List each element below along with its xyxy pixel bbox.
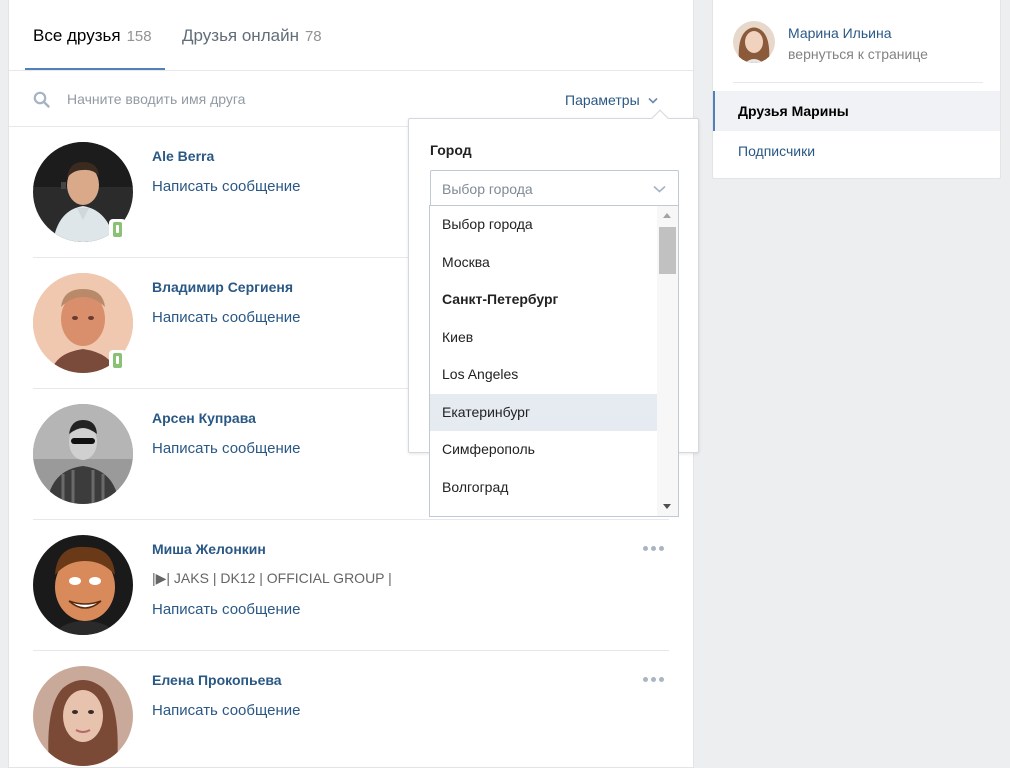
sidebar-item-followers[interactable]: Подписчики bbox=[713, 131, 1000, 171]
sidebar: Марина Ильина вернуться к странице Друзь… bbox=[712, 0, 1001, 179]
parameters-button[interactable]: Параметры bbox=[565, 92, 658, 108]
tab-online-friends-label: Друзья онлайн bbox=[182, 26, 299, 45]
city-select[interactable]: Выбор города bbox=[430, 170, 679, 206]
friend-name[interactable]: Елена Прокопьева bbox=[152, 672, 282, 688]
friend-status: |▶| JAKS | DK12 | OFFICIAL GROUP | bbox=[152, 570, 392, 586]
tab-online-friends-count: 78 bbox=[304, 28, 322, 45]
city-option[interactable]: Санкт-Петербург bbox=[430, 281, 657, 319]
more-actions-icon[interactable] bbox=[643, 672, 667, 686]
active-tab-indicator bbox=[25, 68, 165, 70]
friend-row: Елена Прокопьева Написать сообщение bbox=[33, 651, 669, 767]
city-option[interactable]: Волгоград bbox=[430, 469, 657, 507]
city-list-scrollbar[interactable] bbox=[657, 206, 678, 516]
friend-name[interactable]: Ale Berra bbox=[152, 148, 214, 164]
mobile-online-icon bbox=[109, 350, 126, 371]
search-icon bbox=[33, 91, 50, 108]
write-message-link[interactable]: Написать сообщение bbox=[152, 440, 301, 457]
avatar[interactable] bbox=[33, 666, 133, 766]
owner-avatar[interactable] bbox=[733, 21, 775, 63]
tab-all-friends-count: 158 bbox=[126, 28, 152, 45]
write-message-link[interactable]: Написать сообщение bbox=[152, 702, 301, 719]
city-option[interactable]: Киев bbox=[430, 319, 657, 357]
tab-all-friends-label: Все друзья bbox=[33, 26, 121, 45]
write-message-link[interactable]: Написать сообщение bbox=[152, 309, 301, 326]
tab-online-friends[interactable]: Друзья онлайн 78 bbox=[182, 26, 322, 46]
parameters-label: Параметры bbox=[565, 92, 640, 108]
avatar[interactable] bbox=[33, 404, 133, 504]
city-label: Город bbox=[430, 142, 472, 158]
scrollbar-thumb[interactable] bbox=[659, 227, 676, 274]
more-actions-icon[interactable] bbox=[643, 541, 667, 555]
scroll-down-arrow-icon[interactable] bbox=[663, 504, 671, 509]
tab-all-friends[interactable]: Все друзья 158 bbox=[33, 26, 152, 46]
friend-search-input[interactable] bbox=[67, 85, 487, 113]
city-options-list[interactable]: Выбор города Москва Санкт-Петербург Киев… bbox=[429, 205, 679, 517]
divider bbox=[733, 82, 983, 83]
chevron-down-icon bbox=[648, 97, 658, 104]
sidebar-item-friends[interactable]: Друзья Марины bbox=[713, 91, 1000, 131]
city-option[interactable]: Москва bbox=[430, 244, 657, 282]
avatar[interactable] bbox=[33, 535, 133, 635]
back-to-page-link[interactable]: вернуться к странице bbox=[788, 46, 928, 62]
city-select-value: Выбор города bbox=[442, 180, 533, 197]
write-message-link[interactable]: Написать сообщение bbox=[152, 178, 301, 195]
friend-name[interactable]: Владимир Сергиеня bbox=[152, 279, 293, 295]
city-option[interactable]: Симферополь bbox=[430, 431, 657, 469]
city-option[interactable]: Los Angeles bbox=[430, 356, 657, 394]
city-option[interactable]: Выбор города bbox=[430, 206, 657, 244]
friend-name[interactable]: Миша Желонкин bbox=[152, 541, 266, 557]
mobile-online-icon bbox=[109, 219, 126, 240]
city-option-highlighted[interactable]: Екатеринбург bbox=[430, 393, 657, 431]
write-message-link[interactable]: Написать сообщение bbox=[152, 601, 301, 618]
friend-name[interactable]: Арсен Куправа bbox=[152, 410, 256, 426]
friends-tabs: Все друзья 158 Друзья онлайн 78 bbox=[9, 0, 693, 71]
friend-row: Миша Желонкин |▶| JAKS | DK12 | OFFICIAL… bbox=[33, 520, 669, 651]
scroll-up-arrow-icon[interactable] bbox=[663, 213, 671, 218]
chevron-down-icon bbox=[653, 185, 666, 193]
owner-name-link[interactable]: Марина Ильина bbox=[788, 25, 891, 41]
